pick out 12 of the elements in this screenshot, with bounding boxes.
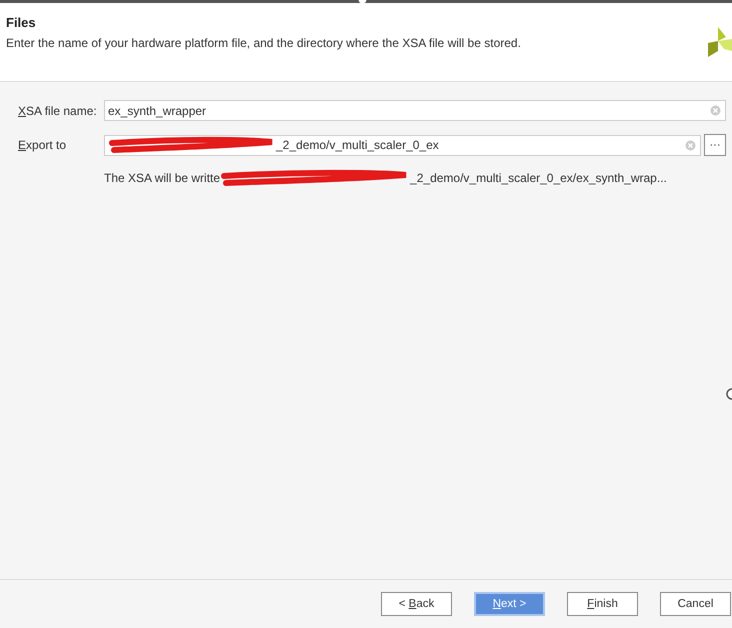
page-title: Files <box>6 15 36 30</box>
page-description: Enter the name of your hardware platform file, and the directory where the XSA file will be stored. <box>6 36 521 50</box>
browse-button[interactable]: ··· <box>704 134 726 156</box>
output-path-text: The XSA will be writte <box>104 171 220 185</box>
wizard-button[interactable]: Finish <box>567 592 638 616</box>
input-field[interactable]: _2_demo/v_multi_scaler_0_ex <box>104 134 701 156</box>
wizard-button[interactable]: Cancel <box>660 592 731 616</box>
input-field[interactable]: ex_synth_wrapper <box>104 100 726 121</box>
output-path-text: _2_demo/v_multi_scaler_0_ex/ex_synth_wrap... <box>410 171 667 185</box>
field-label: Export to <box>18 138 68 152</box>
wizard-button[interactable]: < Back <box>381 592 452 616</box>
field-label: XSA file name: <box>18 104 98 118</box>
